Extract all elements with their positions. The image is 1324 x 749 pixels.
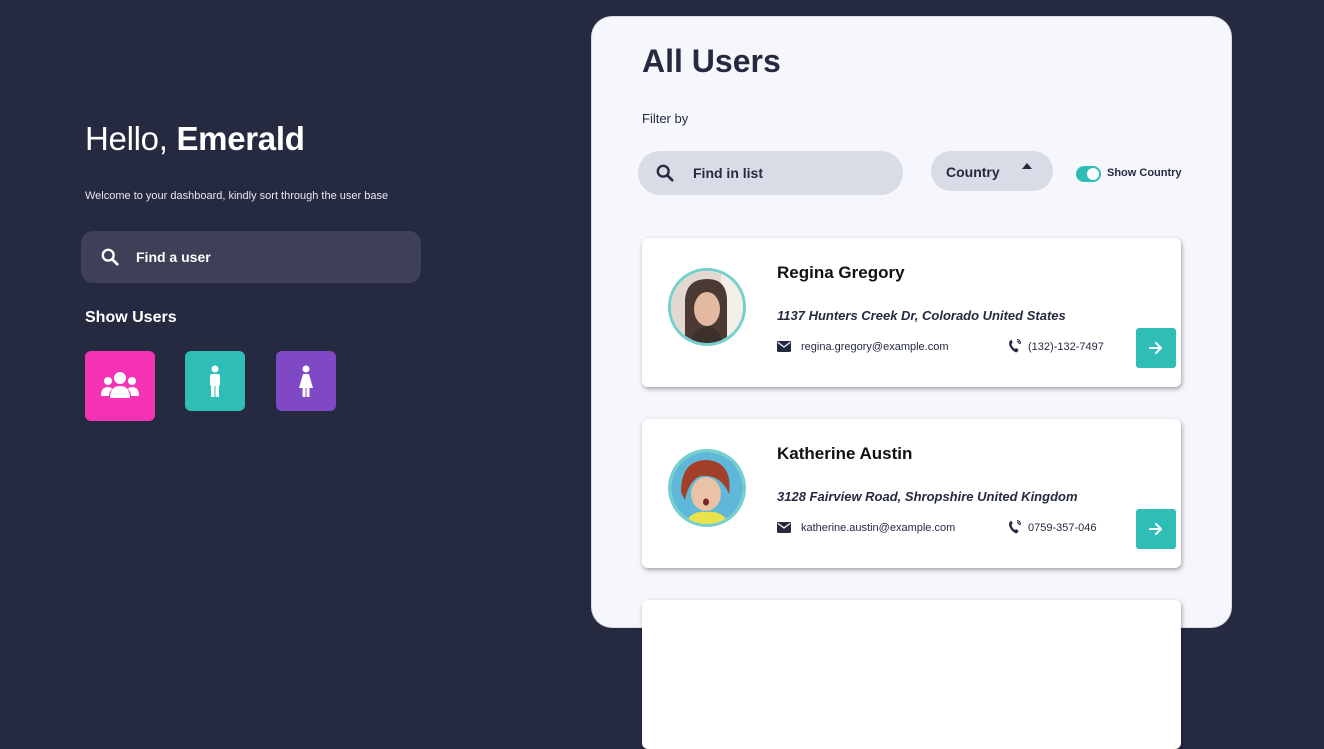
user-card: Regina Gregory 1137 Hunters Creek Dr, Co…	[642, 238, 1181, 387]
phone-icon	[1009, 339, 1021, 353]
find-user-input[interactable]: Find a user	[81, 231, 421, 283]
show-country-toggle[interactable]	[1076, 166, 1101, 182]
user-card: Katherine Austin 3128 Fairview Road, Shr…	[642, 419, 1181, 568]
view-user-button[interactable]	[1136, 509, 1176, 549]
search-input[interactable]: Find in list	[638, 151, 903, 195]
filter-label: Filter by	[642, 111, 689, 126]
avatar-photo	[671, 271, 743, 343]
search-icon	[101, 248, 119, 266]
toggle-knob	[1087, 168, 1099, 180]
country-select-label: Country	[946, 164, 1000, 180]
user-phone: (132)-132-7497	[1028, 341, 1104, 353]
users-group-icon	[101, 372, 139, 398]
user-email: regina.gregory@example.com	[801, 341, 949, 353]
caret-up-icon	[1022, 163, 1032, 169]
show-all-users-button[interactable]	[85, 351, 155, 421]
arrow-right-icon	[1149, 342, 1162, 354]
show-users-heading: Show Users	[85, 309, 177, 326]
users-panel: All Users Filter by Find in list Country…	[592, 17, 1231, 749]
user-address: 1137 Hunters Creek Dr, Colorado United S…	[777, 308, 1066, 323]
user-name: Katherine Austin	[777, 444, 913, 463]
envelope-icon	[777, 341, 791, 352]
find-user-placeholder: Find a user	[136, 249, 211, 265]
welcome-text: Welcome to your dashboard, kindly sort t…	[85, 190, 389, 202]
avatar-photo	[671, 452, 743, 524]
avatar	[668, 449, 746, 527]
country-select[interactable]: Country	[931, 151, 1053, 191]
avatar	[668, 268, 746, 346]
page-title: All Users	[642, 43, 781, 79]
sidebar: Hello, Emerald Welcome to your dashboard…	[0, 0, 560, 610]
greeting: Hello, Emerald	[85, 120, 305, 158]
phone-icon	[1009, 520, 1021, 534]
envelope-icon	[777, 522, 791, 533]
user-name: Emerald	[176, 120, 305, 157]
user-email: katherine.austin@example.com	[801, 522, 956, 534]
user-address: 3128 Fairview Road, Shropshire United Ki…	[777, 489, 1078, 504]
search-icon	[656, 164, 674, 182]
female-icon	[299, 365, 313, 397]
show-country-label: Show Country	[1107, 167, 1182, 179]
view-user-button[interactable]	[1136, 328, 1176, 368]
show-female-users-button[interactable]	[276, 351, 336, 411]
user-card	[642, 600, 1181, 749]
user-name: Regina Gregory	[777, 263, 905, 282]
user-phone: 0759-357-046	[1028, 522, 1097, 534]
show-male-users-button[interactable]	[185, 351, 245, 411]
greeting-text: Hello,	[85, 120, 168, 157]
arrow-right-icon	[1149, 523, 1162, 535]
search-placeholder: Find in list	[693, 165, 763, 181]
male-icon	[210, 365, 220, 397]
